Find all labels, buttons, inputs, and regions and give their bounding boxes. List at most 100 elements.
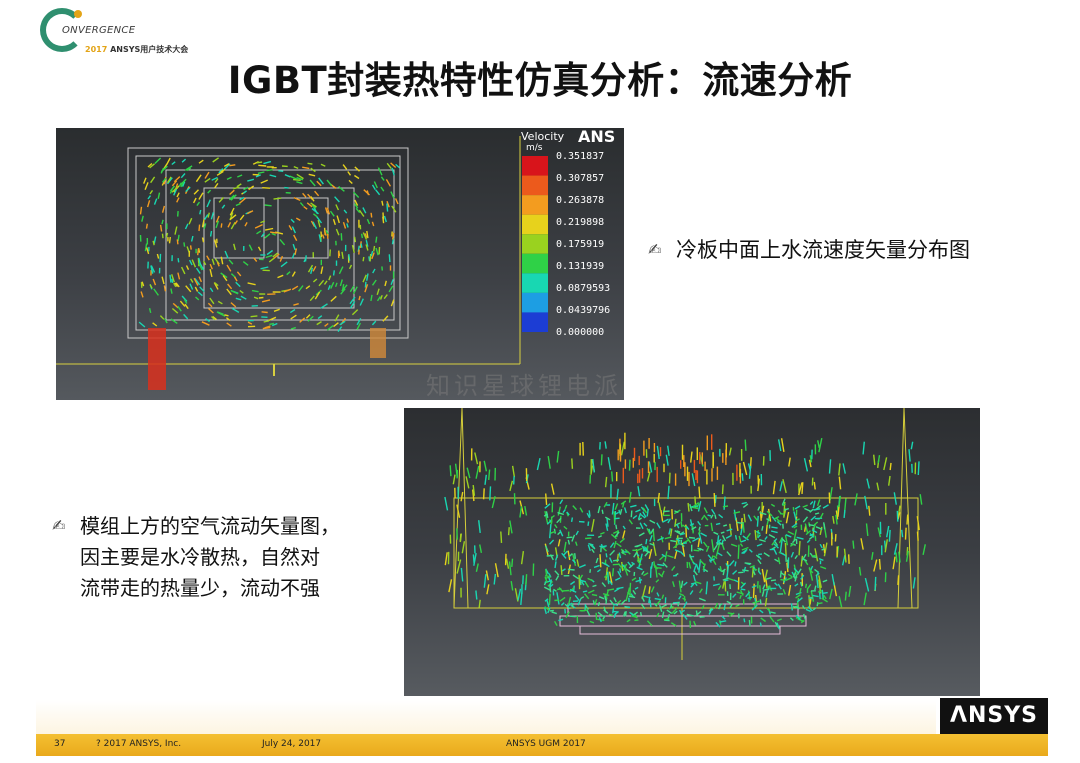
vector-arrow [652,542,657,557]
vector-arrow [672,581,675,588]
vector-arrow [181,158,187,163]
vector-arrow [161,233,164,239]
vector-arrow [371,184,376,190]
vector-arrow [370,212,373,218]
vector-arrow [727,612,734,615]
vector-arrow [650,586,655,593]
vector-arrow [697,501,702,512]
vector-arrow [575,530,579,536]
vector-arrow [567,539,571,545]
vector-arrow [771,541,775,546]
vector-arrow [198,159,204,164]
vector-arrow [794,505,801,510]
logo-name: ONVERGENCE [62,25,136,36]
vector-arrow [145,223,148,229]
vector-arrow [605,553,608,558]
vector-arrow [371,279,377,286]
legend-swatch [522,195,548,215]
vector-arrow [772,547,778,555]
vector-arrow [649,599,652,608]
vector-arrow [661,604,667,608]
vector-arrow [838,476,842,490]
vector-arrow [190,278,194,283]
vector-arrow [593,564,600,569]
vector-arrow [782,589,786,595]
vector-arrow [695,563,699,570]
slide-title: IGBT封装热特性仿真分析：流速分析 [227,59,853,102]
vector-arrow [645,538,648,545]
vector-arrow [657,563,665,567]
vector-arrow [293,303,299,306]
ansys-logo: ΛNSYS [940,698,1048,734]
vector-arrow [776,618,782,622]
vector-arrow [606,518,609,527]
vector-arrow [380,176,385,181]
vector-arrow [587,544,591,552]
vector-arrow [206,199,211,208]
vector-arrow [756,543,763,547]
vector-arrow [172,302,179,309]
vector-arrow [842,463,846,474]
vector-arrow [737,544,740,559]
vector-arrow [755,530,761,535]
vector-arrow [236,271,242,277]
vector-arrow [688,536,696,539]
vector-arrow [291,271,296,277]
bullet-cold-plate-text: 冷板中面上水流速度矢量分布图 [676,238,970,262]
vector-arrow [600,454,603,466]
vector-arrow [794,605,799,608]
vector-arrow [161,219,164,225]
vector-arrow [757,506,761,511]
vector-arrow [854,493,858,506]
vector-arrow [626,618,631,623]
vector-arrow [819,512,824,519]
vector-arrow [614,517,620,520]
vector-arrow [567,550,571,561]
vector-arrow [338,186,345,192]
vector-arrow [475,590,478,600]
vector-arrow [509,520,513,534]
vector-arrow [545,493,548,505]
vector-arrow [765,524,768,534]
vector-arrow [171,307,179,314]
vector-arrow [643,595,649,599]
vector-arrow [185,265,190,271]
vector-arrow [700,532,708,537]
vector-arrow [630,504,637,508]
vector-arrow [560,565,563,575]
vector-arrow [500,531,503,543]
vector-arrow [810,565,814,571]
vector-arrow [883,457,888,471]
vector-arrow [630,510,633,518]
vector-arrow [606,588,615,591]
vector-arrow [639,611,642,616]
vector-arrow [239,289,244,294]
vector-arrow [603,562,610,568]
vector-arrow [802,516,809,523]
vector-arrow [876,482,880,491]
vector-arrow [831,573,835,586]
vector-arrow [619,537,626,544]
vector-arrow [335,204,340,211]
vector-arrow [793,529,798,541]
vector-arrow [599,554,602,568]
vector-arrow [711,539,715,553]
vector-arrow [312,213,318,218]
vector-arrow [572,505,578,511]
vector-arrow [348,254,351,261]
vector-arrow [806,583,812,590]
vector-arrow [819,543,823,549]
vector-arrow [620,441,625,456]
vector-arrow [153,236,157,244]
vector-arrow [394,198,399,205]
vector-arrow [332,218,336,226]
vector-arrow [794,554,798,560]
vector-arrow [190,235,194,242]
vector-arrow [591,544,596,549]
vector-arrow [554,524,558,529]
vector-arrow [570,517,574,523]
vector-arrow [509,480,514,492]
vector-arrow [668,528,672,535]
vector-arrow [180,173,186,179]
vector-arrow [652,529,655,542]
